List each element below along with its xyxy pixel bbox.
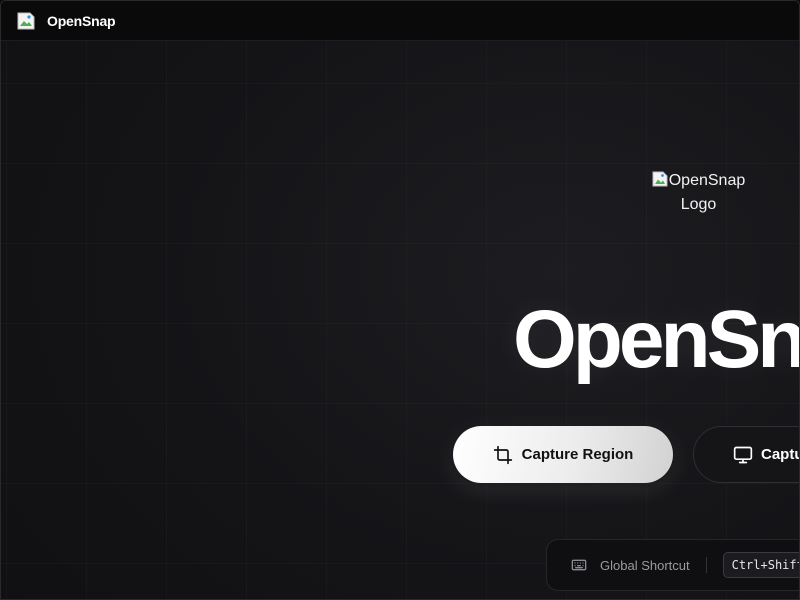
shortcut-label: Global Shortcut (600, 557, 690, 573)
monitor-icon (733, 446, 753, 463)
capture-screen-button[interactable]: Capture Screen (693, 426, 799, 483)
capture-screen-label: Capture Screen (761, 446, 799, 463)
broken-image-icon (17, 12, 35, 30)
capture-region-button[interactable]: Capture Region (453, 426, 673, 483)
logo-alt-text: OpenSnap Logo (668, 172, 746, 213)
app-logo: OpenSnap Logo (651, 169, 746, 217)
broken-image-icon (652, 171, 668, 187)
crop-icon (493, 445, 512, 464)
app-window: OpenSnap OpenSnap Logo OpenSnap Capture … (0, 0, 800, 600)
capture-region-label: Capture Region (521, 446, 634, 463)
hero-title: OpenSnap (513, 294, 800, 385)
divider (705, 557, 707, 573)
title-bar[interactable]: OpenSnap (1, 1, 799, 41)
shortcut-keys[interactable]: Ctrl+Shift+S (722, 552, 799, 578)
window-title: OpenSnap (47, 12, 116, 29)
keyboard-icon (571, 559, 587, 571)
shortcut-bar: Global Shortcut Ctrl+Shift+S (546, 539, 799, 591)
